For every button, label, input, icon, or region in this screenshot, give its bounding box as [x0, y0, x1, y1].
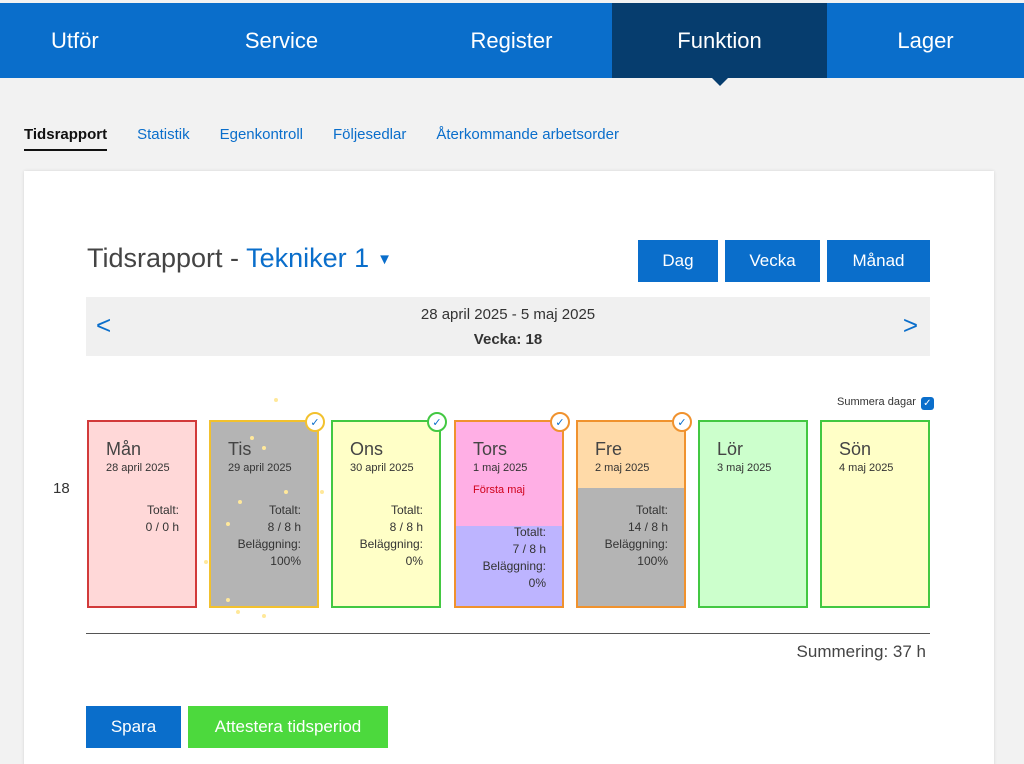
totalt-label: Totalt:	[513, 525, 546, 539]
tab-foljesedlar[interactable]: Följesedlar	[333, 126, 406, 151]
day-name: Lör	[717, 439, 744, 459]
page-title: Tidsrapport - Tekniker 1 ▼	[87, 243, 392, 274]
tab-aterkommande-arbetsorder[interactable]: Återkommande arbetsorder	[436, 126, 619, 151]
attested-check-icon: ✓	[427, 412, 447, 432]
nav-item-service[interactable]: Service	[152, 3, 411, 78]
nav-item-utfor[interactable]: Utför	[0, 3, 152, 78]
day-card-tors[interactable]: Tors 1 maj 2025 Första maj Totalt: 7 / 8…	[454, 412, 570, 608]
day-stats: Totalt: 7 / 8 h Beläggning: 0%	[483, 524, 546, 592]
belaggning-label: Beläggning:	[359, 537, 423, 551]
attested-check-icon: ✓	[672, 412, 692, 432]
totalt-label: Totalt:	[146, 503, 179, 517]
totalt-label: Totalt:	[390, 503, 423, 517]
day-name: Fre	[595, 439, 622, 459]
totalt-value: 8 / 8 h	[267, 520, 301, 534]
sparkle-icon	[204, 560, 208, 564]
tab-statistik[interactable]: Statistik	[137, 126, 190, 151]
totalt-value: 14 / 8 h	[627, 520, 668, 534]
view-month-button[interactable]: Månad	[827, 240, 930, 282]
sparkle-icon	[236, 610, 240, 614]
totalt-value: 7 / 8 h	[512, 542, 546, 556]
sparkle-icon	[226, 598, 230, 602]
totalt-value: 0 / 0 h	[145, 520, 179, 534]
attested-check-icon: ✓	[305, 412, 325, 432]
view-week-button[interactable]: Vecka	[725, 240, 820, 282]
tab-egenkontroll[interactable]: Egenkontroll	[220, 126, 303, 151]
day-card-son[interactable]: Sön 4 maj 2025	[820, 420, 930, 608]
nav-item-register[interactable]: Register	[411, 3, 612, 78]
holiday-label: Första maj	[473, 484, 525, 496]
title-text: Tidsrapport -	[87, 243, 247, 273]
chevron-right-icon[interactable]: >	[903, 310, 918, 341]
view-day-button[interactable]: Dag	[638, 240, 718, 282]
belaggning-value: 100%	[270, 554, 301, 568]
day-card-lor[interactable]: Lör 3 maj 2025	[698, 420, 808, 608]
belaggning-label: Beläggning:	[237, 537, 301, 551]
attest-period-button[interactable]: Attestera tidsperiod	[188, 706, 388, 748]
day-card-man[interactable]: Mån 28 april 2025 Totalt: 0 / 0 h	[87, 420, 197, 608]
day-name: Mån	[106, 439, 142, 459]
belaggning-value: 0%	[405, 554, 423, 568]
day-name: Ons	[350, 439, 384, 459]
belaggning-value: 100%	[637, 554, 668, 568]
day-stats: Totalt: 0 / 0 h	[146, 502, 179, 536]
totalt-label: Totalt:	[635, 503, 668, 517]
nav-item-lager[interactable]: Lager	[827, 3, 1024, 78]
belaggning-label: Beläggning:	[604, 537, 668, 551]
sub-tabs: Tidsrapport Statistik Egenkontroll Följe…	[24, 126, 619, 151]
belaggning-label: Beläggning:	[482, 559, 546, 573]
caret-down-icon[interactable]: ▼	[377, 251, 392, 268]
day-card-ons[interactable]: Ons 30 april 2025 Totalt: 8 / 8 h Belägg…	[331, 412, 447, 608]
day-date: 2 maj 2025	[595, 462, 650, 474]
sparkle-icon	[320, 490, 324, 494]
summera-dagar: Summera dagar ✓	[837, 394, 934, 410]
day-date: 1 maj 2025	[473, 462, 528, 474]
day-date: 3 maj 2025	[717, 462, 772, 474]
day-name: Sön	[839, 439, 872, 459]
save-button[interactable]: Spara	[86, 706, 181, 748]
day-date: 30 april 2025	[350, 462, 414, 474]
day-name: Tis	[228, 439, 252, 459]
nav-item-funktion[interactable]: Funktion	[612, 3, 827, 86]
attested-check-icon: ✓	[550, 412, 570, 432]
day-stats: Totalt: 8 / 8 h Beläggning: 100%	[238, 502, 301, 570]
totalt-value: 8 / 8 h	[389, 520, 423, 534]
day-date: 28 april 2025	[106, 462, 170, 474]
sparkle-icon	[262, 446, 266, 450]
day-name: Tors	[473, 439, 508, 459]
day-stats: Totalt: 8 / 8 h Beläggning: 0%	[360, 502, 423, 570]
sparkle-icon	[284, 490, 288, 494]
period-range: 28 april 2025 - 5 maj 2025	[420, 306, 596, 323]
top-navigation: Utför Service Register Funktion Lager	[0, 3, 1024, 86]
summera-dagar-label: Summera dagar	[837, 396, 916, 408]
belaggning-value: 0%	[528, 576, 546, 590]
day-stats: Totalt: 14 / 8 h Beläggning: 100%	[605, 502, 668, 570]
week-number: 18	[53, 480, 70, 497]
tab-tidsrapport[interactable]: Tidsrapport	[24, 126, 108, 151]
period-week: Vecka: 18	[473, 331, 543, 348]
day-card-fre[interactable]: Fre 2 maj 2025 Totalt: 14 / 8 h Beläggni…	[576, 412, 692, 608]
totalt-label: Totalt:	[268, 503, 301, 517]
period-navigator: < 28 april 2025 - 5 maj 2025 Vecka: 18 >	[86, 297, 930, 356]
summering-total: Summering: 37 h	[796, 642, 926, 661]
day-date: 4 maj 2025	[839, 462, 894, 474]
technician-selector[interactable]: Tekniker 1	[246, 243, 369, 273]
sparkle-icon	[238, 500, 242, 504]
summera-dagar-checkbox[interactable]: ✓	[920, 397, 934, 410]
divider	[86, 633, 930, 634]
sparkle-icon	[274, 398, 278, 402]
sparkle-icon	[262, 614, 266, 618]
sparkle-icon	[250, 436, 254, 440]
sparkle-icon	[226, 522, 230, 526]
day-date: 29 april 2025	[228, 462, 292, 474]
